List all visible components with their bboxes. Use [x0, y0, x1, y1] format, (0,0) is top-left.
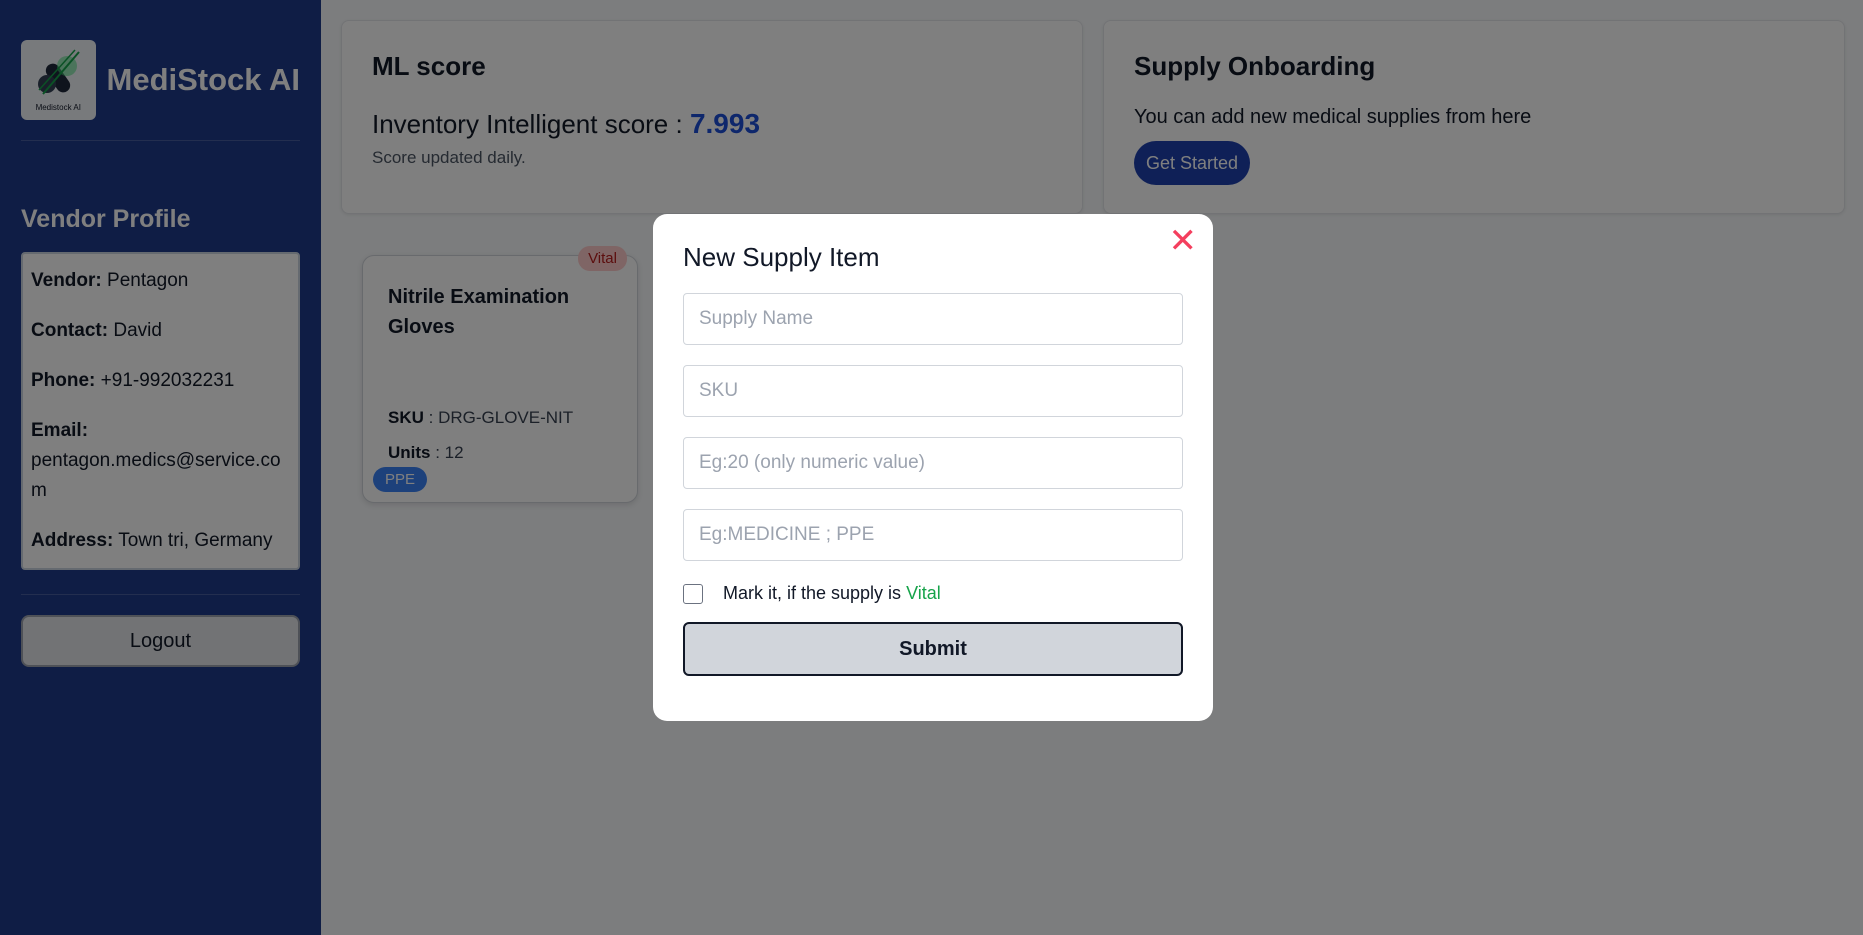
- vital-word: Vital: [906, 583, 941, 603]
- vital-checkbox-row: Mark it, if the supply is Vital: [683, 583, 1183, 604]
- modal-title: New Supply Item: [683, 242, 880, 272]
- category-input[interactable]: [683, 509, 1183, 561]
- vital-checkbox-label: Mark it, if the supply is: [723, 583, 902, 603]
- sku-input[interactable]: [683, 365, 1183, 417]
- supply-name-input[interactable]: [683, 293, 1183, 345]
- submit-button[interactable]: Submit: [683, 622, 1183, 676]
- new-supply-modal: ✕ New Supply Item Mark it, if the supply…: [653, 214, 1213, 721]
- units-input[interactable]: [683, 437, 1183, 489]
- vital-checkbox[interactable]: [683, 583, 703, 604]
- close-icon[interactable]: ✕: [1169, 224, 1198, 258]
